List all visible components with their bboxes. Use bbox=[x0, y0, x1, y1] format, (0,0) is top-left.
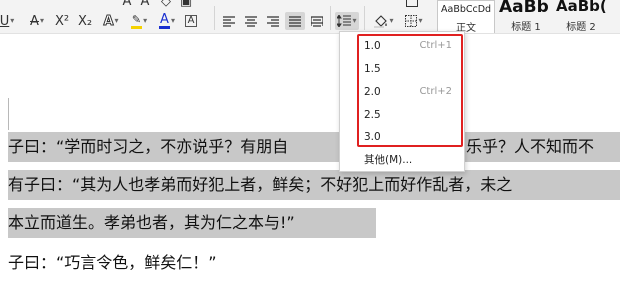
style-heading-1[interactable]: AaBb 标题 1 bbox=[497, 0, 555, 33]
ribbon-toolbar: A A ◇ ▣ U ▾ A ▾ X² X₂ A ▾ ✎ ▾ A ▾ A ▾ ▾ … bbox=[0, 0, 620, 34]
option-value: 1.0 bbox=[364, 40, 381, 52]
character-border-icon: A bbox=[185, 15, 197, 27]
table-grid-icon bbox=[406, 0, 418, 7]
toolbar-separator bbox=[330, 6, 331, 30]
font-size-increase-button[interactable]: A bbox=[120, 0, 134, 10]
style-normal-preview: AaBbCcDd bbox=[441, 4, 492, 15]
line-spacing-other-option[interactable]: 其他(M)... bbox=[364, 152, 412, 168]
option-shortcut: Ctrl+2 bbox=[419, 86, 452, 97]
style-heading-2[interactable]: AaBb( 标题 2 bbox=[556, 0, 620, 33]
document-line-tail: 乐乎？人不知而不 bbox=[466, 132, 620, 162]
line-spacing-option-2-0[interactable]: 2.0 Ctrl+2 bbox=[364, 83, 460, 101]
superscript-icon: X² bbox=[54, 13, 70, 29]
text-effect-button[interactable]: A ▾ bbox=[99, 12, 123, 30]
document-line[interactable]: 本立而道生。孝弟也者，其为仁之本与!” bbox=[8, 208, 376, 238]
justify-icon bbox=[289, 15, 301, 27]
document-line[interactable]: 子曰：“巧言令色，鲜矣仁！” bbox=[8, 248, 408, 278]
style-heading-2-label: 标题 2 bbox=[566, 22, 596, 33]
font-size-decrease-button[interactable]: A bbox=[138, 0, 152, 10]
document-line-text: 子曰：“学而时习之，不亦说乎？有朋自 bbox=[8, 137, 289, 156]
paint-bucket-icon bbox=[374, 14, 388, 28]
option-value: 3.0 bbox=[364, 131, 381, 143]
toolbar-separator bbox=[214, 6, 215, 30]
subscript-icon: X₂ bbox=[77, 13, 93, 29]
align-left-button[interactable] bbox=[220, 12, 238, 30]
document-line-text: 本立而道生。孝弟也者，其为仁之本与!” bbox=[8, 213, 295, 232]
option-value: 2.0 bbox=[364, 86, 381, 98]
toolbar-separator bbox=[364, 6, 365, 30]
line-spacing-icon bbox=[337, 15, 352, 27]
font-color-icon: A bbox=[159, 11, 170, 29]
superscript-button[interactable]: X² bbox=[52, 12, 72, 30]
align-center-button[interactable] bbox=[242, 12, 260, 30]
line-spacing-option-2-5[interactable]: 2.5 bbox=[364, 106, 460, 124]
style-heading-1-preview: AaBb bbox=[499, 0, 549, 17]
align-right-icon bbox=[267, 15, 279, 27]
line-spacing-dropdown: 1.0 Ctrl+1 1.5 2.0 Ctrl+2 2.5 3.0 其他(M).… bbox=[339, 31, 465, 172]
line-spacing-option-1-5[interactable]: 1.5 bbox=[364, 60, 460, 78]
shading-button[interactable]: ▾ bbox=[371, 12, 397, 30]
align-right-button[interactable] bbox=[264, 12, 282, 30]
style-heading-1-label: 标题 1 bbox=[511, 22, 541, 33]
align-left-icon bbox=[223, 15, 235, 27]
table-grid-button[interactable] bbox=[404, 0, 420, 10]
character-border-button[interactable]: A bbox=[183, 12, 199, 30]
document-line-text: 子曰：“巧言令色，鲜矣仁！” bbox=[8, 253, 217, 272]
document-line-text: 有子曰：“其为人也孝弟而好犯上者，鲜矣；不好犯上而好作乱者，未之 bbox=[8, 175, 513, 194]
page-margin-marker bbox=[8, 98, 9, 130]
document-line[interactable]: 有子曰：“其为人也孝弟而好犯上者，鲜矣；不好犯上而好作乱者，未之 bbox=[8, 170, 620, 200]
borders-button[interactable]: ▾ bbox=[401, 12, 427, 30]
distributed-align-icon bbox=[311, 15, 323, 27]
option-value: 2.5 bbox=[364, 109, 381, 121]
align-center-icon bbox=[245, 15, 257, 27]
subscript-button[interactable]: X₂ bbox=[75, 12, 95, 30]
justify-button[interactable] bbox=[285, 12, 305, 30]
line-spacing-button[interactable]: ▾ bbox=[335, 12, 359, 30]
highlight-color-button[interactable]: ✎ ▾ bbox=[127, 12, 151, 30]
option-shortcut: Ctrl+1 bbox=[419, 40, 452, 51]
pinyin-button[interactable]: ▣ bbox=[178, 0, 194, 10]
document-line-text-tail: 乐乎？人不知而不 bbox=[466, 137, 595, 156]
highlighter-icon: ✎ bbox=[130, 13, 143, 29]
strikethrough-icon: A bbox=[30, 13, 39, 29]
style-normal[interactable]: AaBbCcDd 正文 bbox=[437, 0, 495, 33]
line-spacing-option-1-0[interactable]: 1.0 Ctrl+1 bbox=[364, 37, 460, 55]
borders-icon bbox=[405, 15, 418, 27]
underline-button[interactable]: U ▾ bbox=[0, 12, 14, 30]
font-color-button[interactable]: A ▾ bbox=[155, 12, 179, 30]
strikethrough-button[interactable]: A ▾ bbox=[26, 12, 48, 30]
distributed-align-button[interactable] bbox=[308, 12, 326, 30]
option-value: 1.5 bbox=[364, 63, 381, 75]
clear-format-button[interactable]: ◇ bbox=[158, 0, 174, 10]
text-effect-icon: A bbox=[103, 13, 114, 29]
line-spacing-option-3-0[interactable]: 3.0 bbox=[364, 128, 460, 146]
style-heading-2-preview: AaBb( bbox=[556, 0, 607, 15]
